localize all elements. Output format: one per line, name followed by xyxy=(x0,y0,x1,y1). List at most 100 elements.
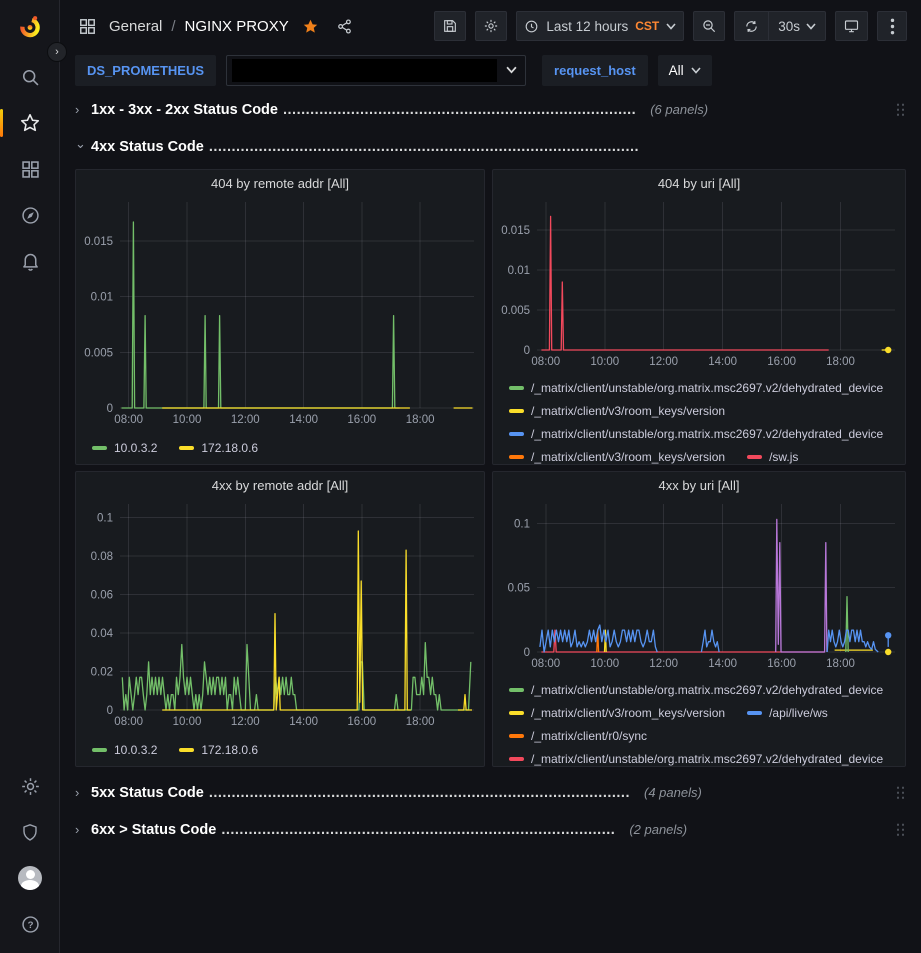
row-drag-handle[interactable] xyxy=(897,786,905,799)
timezone-label: CST xyxy=(635,19,659,33)
row-drag-handle[interactable] xyxy=(897,823,905,836)
refresh-interval-dropdown[interactable]: 30s xyxy=(768,12,825,40)
time-range-picker[interactable]: Last 12 hours CST xyxy=(516,11,684,41)
svg-text:08:00: 08:00 xyxy=(531,356,560,368)
svg-text:0.005: 0.005 xyxy=(501,305,530,317)
sidebar-item-explore[interactable] xyxy=(0,192,60,238)
share-icon[interactable] xyxy=(336,18,353,35)
legend-row: /_matrix/client/r0/sync xyxy=(509,724,905,747)
legend-series-label: /_matrix/client/v3/room_keys/version xyxy=(531,404,725,418)
refresh-button[interactable] xyxy=(735,12,768,40)
legend-series-swatch xyxy=(179,748,194,752)
legend-series-swatch xyxy=(509,757,524,761)
legend-series-label: /_matrix/client/unstable/org.matrix.msc2… xyxy=(531,427,883,441)
search-icon xyxy=(20,67,41,88)
sidebar-item-search[interactable] xyxy=(0,54,60,100)
sidebar: ? xyxy=(0,0,60,953)
row-header-1xx-3xx-2xx[interactable]: › 1xx - 3xx - 2xx Status Code ..........… xyxy=(75,95,906,124)
dashboard-settings-button[interactable] xyxy=(475,11,507,41)
panel-legend: 10.0.3.2 172.18.0.6 xyxy=(76,736,484,766)
panel-4xx-by-remote-addr: 4xx by remote addr [All] 08:0010:0012:00… xyxy=(75,471,485,767)
legend-item[interactable]: 172.18.0.6 xyxy=(179,743,258,757)
chevron-down-icon: ⌄ xyxy=(75,136,91,152)
save-dashboard-button[interactable] xyxy=(434,11,466,41)
refresh-interval-label: 30s xyxy=(778,19,800,34)
svg-text:10:00: 10:00 xyxy=(590,658,619,670)
legend-item[interactable]: /_matrix/client/v3/room_keys/version xyxy=(509,706,725,720)
breadcrumb-separator: / xyxy=(171,18,175,35)
row-header-4xx[interactable]: ⌄ 4xx Status Code ......................… xyxy=(75,132,906,161)
row-panel-count: (4 panels) xyxy=(644,785,702,800)
sidebar-item-configuration[interactable] xyxy=(0,763,60,809)
time-series-chart[interactable]: 08:0010:0012:0014:0016:0018:0000.050.1 xyxy=(493,494,905,678)
sidebar-item-dashboards[interactable] xyxy=(0,146,60,192)
bell-icon xyxy=(20,251,41,272)
datasource-select[interactable] xyxy=(226,55,526,86)
refresh-picker: 30s xyxy=(734,11,826,41)
variable-label-request-host[interactable]: request_host xyxy=(542,55,648,86)
legend-item[interactable]: /_matrix/client/unstable/org.matrix.msc2… xyxy=(509,752,883,766)
grafana-flame-icon xyxy=(16,13,44,41)
panel-404-by-remote-addr: 404 by remote addr [All] 08:0010:0012:00… xyxy=(75,169,485,465)
row-header-6xx[interactable]: › 6xx > Status Code ....................… xyxy=(75,815,906,844)
panel-4xx-by-uri: 4xx by uri [All] 08:0010:0012:0014:0016:… xyxy=(492,471,906,767)
breadcrumb-folder[interactable]: General xyxy=(109,18,162,35)
svg-text:14:00: 14:00 xyxy=(289,414,318,426)
panel-title[interactable]: 4xx by uri [All] xyxy=(493,472,905,494)
sidebar-item-alerting[interactable] xyxy=(0,238,60,284)
legend-item[interactable]: /_matrix/client/unstable/org.matrix.msc2… xyxy=(509,427,883,441)
row-title-dots: ........................................… xyxy=(283,102,636,118)
legend-series-swatch xyxy=(747,455,762,459)
row-header-5xx[interactable]: › 5xx Status Code ......................… xyxy=(75,778,906,807)
svg-text:0.01: 0.01 xyxy=(508,265,530,277)
more-options-button[interactable] xyxy=(877,11,907,41)
panel-title[interactable]: 404 by remote addr [All] xyxy=(76,170,484,192)
legend-item[interactable]: 10.0.3.2 xyxy=(92,743,157,757)
sidebar-item-profile[interactable] xyxy=(0,855,60,901)
panel-row: 404 by remote addr [All] 08:0010:0012:00… xyxy=(75,169,906,465)
svg-text:08:00: 08:00 xyxy=(114,716,143,728)
legend-row: /_matrix/client/unstable/org.matrix.msc2… xyxy=(509,376,905,399)
panel-title[interactable]: 4xx by remote addr [All] xyxy=(76,472,484,494)
legend-item[interactable]: /_matrix/client/unstable/org.matrix.msc2… xyxy=(509,683,883,697)
sidebar-item-server-admin[interactable] xyxy=(0,809,60,855)
panel-title[interactable]: 404 by uri [All] xyxy=(493,170,905,192)
panel-row: 4xx by remote addr [All] 08:0010:0012:00… xyxy=(75,471,906,767)
time-series-chart[interactable]: 08:0010:0012:0014:0016:0018:0000.0050.01… xyxy=(76,192,484,434)
apps-grid-icon xyxy=(78,17,97,36)
sidebar-item-starred[interactable] xyxy=(0,100,60,146)
legend-item[interactable]: /sw.js xyxy=(747,450,798,464)
legend-item[interactable]: 10.0.3.2 xyxy=(92,441,157,455)
zoom-out-icon xyxy=(701,18,717,34)
time-series-chart[interactable]: 08:0010:0012:0014:0016:0018:0000.0050.01… xyxy=(493,192,905,376)
favorite-star-icon[interactable] xyxy=(302,18,319,35)
sidebar-item-help[interactable]: ? xyxy=(0,901,60,947)
legend-item[interactable]: /_matrix/client/r0/sync xyxy=(509,729,647,743)
chevron-down-icon xyxy=(666,23,676,30)
cycle-view-mode-button[interactable] xyxy=(835,11,868,41)
legend-item[interactable]: 172.18.0.6 xyxy=(179,441,258,455)
svg-text:0.06: 0.06 xyxy=(91,590,113,602)
zoom-out-button[interactable] xyxy=(693,11,725,41)
legend-item[interactable]: /_matrix/client/v3/room_keys/version xyxy=(509,404,725,418)
compass-icon xyxy=(20,205,41,226)
request-host-select[interactable]: All xyxy=(658,55,712,86)
svg-text:10:00: 10:00 xyxy=(173,716,202,728)
refresh-icon xyxy=(744,19,759,34)
legend-item[interactable]: /_matrix/client/unstable/org.matrix.msc2… xyxy=(509,381,883,395)
svg-text:0.005: 0.005 xyxy=(84,347,113,359)
row-title: 5xx Status Code xyxy=(91,785,204,801)
gear-icon xyxy=(20,776,41,797)
variable-label-ds-prometheus[interactable]: DS_PROMETHEUS xyxy=(75,55,216,86)
row-drag-handle[interactable] xyxy=(897,103,905,116)
legend-series-swatch xyxy=(92,748,107,752)
breadcrumb: General / NGINX PROXY xyxy=(78,17,353,36)
breadcrumb-dashboard-title[interactable]: NGINX PROXY xyxy=(185,18,289,35)
time-series-chart[interactable]: 08:0010:0012:0014:0016:0018:0000.020.040… xyxy=(76,494,484,736)
svg-text:0.01: 0.01 xyxy=(91,292,113,304)
legend-item[interactable]: /_matrix/client/v3/room_keys/version xyxy=(509,450,725,464)
sidebar-expand-button[interactable]: › xyxy=(47,42,67,62)
svg-text:0.1: 0.1 xyxy=(514,518,530,530)
legend-series-swatch xyxy=(179,446,194,450)
legend-item[interactable]: /api/live/ws xyxy=(747,706,828,720)
